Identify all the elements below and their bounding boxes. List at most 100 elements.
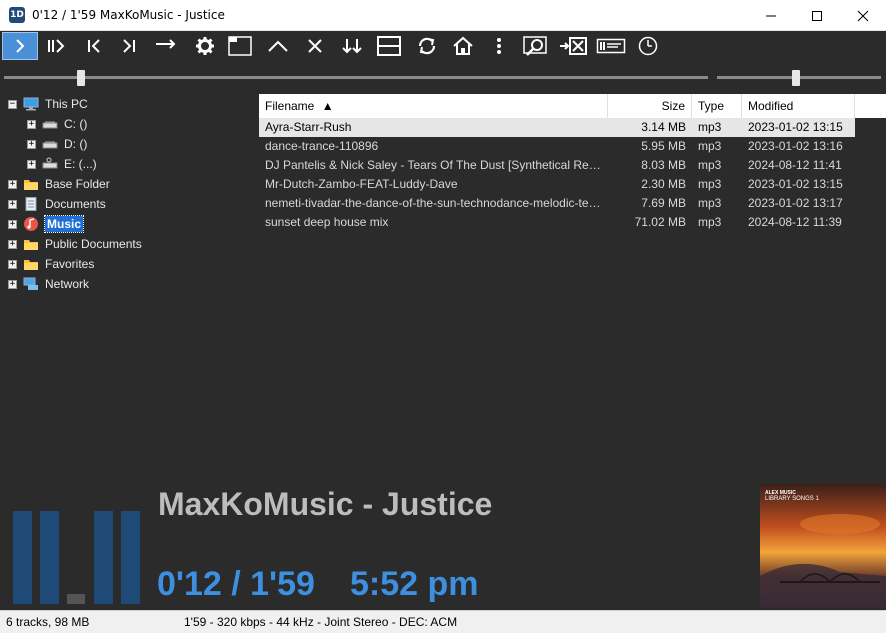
column-filename[interactable]: Filename ▲ <box>259 94 608 118</box>
album-cover[interactable]: ALEX MUSIC LIBRARY SONGS 1 <box>760 484 886 608</box>
expand-icon[interactable]: + <box>8 259 17 269</box>
arrow-right-button[interactable] <box>148 32 184 60</box>
tree-item-label: E: (...) <box>64 157 97 171</box>
cell-type: mp3 <box>698 215 722 229</box>
album-cover-art <box>760 484 886 608</box>
vu-bar <box>94 511 113 604</box>
table-row[interactable]: sunset deep house mix 71.02 MB mp3 2024-08-… <box>259 213 855 232</box>
collapse-icon[interactable]: − <box>8 99 17 109</box>
column-modified[interactable]: Modified <box>742 94 855 118</box>
window-title: 0'12 / 1'59 MaxKoMusic - Justice <box>32 8 225 22</box>
gear-icon <box>196 37 214 55</box>
music-icon <box>23 217 39 231</box>
expand-icon[interactable]: + <box>8 239 17 249</box>
expand-icon[interactable]: + <box>8 219 17 229</box>
chevron-up-icon <box>268 40 288 52</box>
refresh-button[interactable] <box>409 32 445 60</box>
remove-button[interactable] <box>297 32 333 60</box>
folder-icon <box>23 177 39 191</box>
tree-item[interactable]: + Network <box>8 274 89 294</box>
cell-filename: Ayra-Starr-Rush <box>265 120 352 134</box>
next-track-button[interactable] <box>111 32 147 60</box>
tree-item-label: D: () <box>64 137 88 151</box>
sort-ascending-icon: ▲ <box>321 99 334 113</box>
file-list-header: Filename ▲ Size Type Modified <box>259 94 886 118</box>
settings-button[interactable] <box>187 32 223 60</box>
close-icon <box>857 10 869 21</box>
tree-item[interactable]: + Base Folder <box>8 174 110 194</box>
tree-item-label: Music <box>43 215 85 233</box>
expand-icon[interactable]: + <box>8 179 17 189</box>
minimize-button[interactable] <box>748 0 794 31</box>
tree-item[interactable]: + Music <box>8 214 85 234</box>
pause-play-button[interactable] <box>38 32 74 60</box>
now-playing-title: MaxKoMusic - Justice <box>158 486 493 522</box>
previous-track-button[interactable] <box>76 32 112 60</box>
arrow-right-icon <box>156 39 176 49</box>
documents-icon <box>23 197 39 211</box>
maximize-button[interactable] <box>794 0 840 31</box>
cell-type: mp3 <box>698 177 722 191</box>
vu-bar <box>13 511 32 604</box>
remove-file-button[interactable] <box>555 32 591 60</box>
network-icon <box>23 277 39 291</box>
tree-item[interactable]: + Favorites <box>8 254 94 274</box>
volume-slider-thumb[interactable] <box>791 70 800 86</box>
window-button[interactable] <box>222 32 258 60</box>
table-row[interactable]: dance-trance-110896 5.95 MB mp3 2023-01-02 … <box>259 137 855 156</box>
playlist-button[interactable] <box>593 32 629 60</box>
split-view-button[interactable] <box>371 32 407 60</box>
tree-item-label: This PC <box>45 97 88 111</box>
timer-button[interactable] <box>630 32 666 60</box>
tree-item[interactable]: + C: () <box>27 114 87 134</box>
column-size[interactable]: Size <box>608 94 692 118</box>
expand-icon[interactable]: + <box>8 199 17 209</box>
home-button[interactable] <box>445 32 481 60</box>
maximize-icon <box>812 10 822 21</box>
next-track-icon <box>123 39 135 53</box>
pause-play-icon <box>48 39 65 53</box>
sort-button[interactable] <box>334 32 370 60</box>
cell-filename: sunset deep house mix <box>265 215 389 229</box>
cell-modified: 2023-01-02 13:16 <box>748 139 843 153</box>
cell-filename: DJ Pantelis & Nick Saley - Tears Of The … <box>265 158 605 172</box>
column-type[interactable]: Type <box>692 94 742 118</box>
table-row[interactable]: nemeti-tivadar-the-dance-of-the-sun-tech… <box>259 194 855 213</box>
minimize-icon <box>766 15 776 16</box>
play-icon <box>16 39 25 53</box>
tree-item[interactable]: + D: () <box>27 134 87 154</box>
window-icon <box>228 36 252 56</box>
monitor-icon <box>23 97 39 111</box>
expand-icon[interactable]: + <box>27 139 36 149</box>
vu-bar <box>67 594 85 604</box>
tree-item[interactable]: + Documents <box>8 194 106 214</box>
cell-filename: dance-trance-110896 <box>265 139 379 153</box>
expand-icon[interactable]: + <box>8 279 17 289</box>
table-row[interactable]: Mr-Dutch-Zambo-FEAT-Luddy-Dave 2.30 MB mp3… <box>259 175 855 194</box>
tree-item[interactable]: + E: (...) <box>27 154 97 174</box>
cell-size: 71.02 MB <box>634 215 686 229</box>
search-button[interactable] <box>518 32 554 60</box>
table-row[interactable]: DJ Pantelis & Nick Saley - Tears Of The … <box>259 156 855 175</box>
now-playing-time: 0'12 / 1'59 <box>157 565 315 603</box>
cover-album: LIBRARY SONGS 1 <box>765 496 819 502</box>
playlist-icon <box>596 38 626 54</box>
close-button[interactable] <box>840 0 886 31</box>
cell-type: mp3 <box>698 120 722 134</box>
position-slider-track[interactable] <box>4 76 708 79</box>
cell-modified: 2024-08-12 11:41 <box>748 158 842 172</box>
folder-tree: − This PC + C: () + D: () + E: (...) + Base Folde… <box>0 94 258 484</box>
cell-modified: 2023-01-02 13:17 <box>748 196 843 210</box>
expand-icon[interactable]: + <box>27 119 36 129</box>
more-button[interactable] <box>481 32 517 60</box>
expand-icon[interactable]: + <box>27 159 36 169</box>
tree-item-label: Favorites <box>45 257 95 271</box>
play-button[interactable] <box>2 32 38 60</box>
collapse-button[interactable] <box>260 32 296 60</box>
tree-item[interactable]: + Public Documents <box>8 234 142 254</box>
tree-item[interactable]: − This PC <box>8 94 88 114</box>
position-slider-thumb[interactable] <box>77 70 86 86</box>
close-x-icon <box>308 39 322 53</box>
table-row[interactable]: Ayra-Starr-Rush 3.14 MB mp3 2023-01-02 13:1… <box>259 118 855 137</box>
clock-icon <box>638 36 658 56</box>
